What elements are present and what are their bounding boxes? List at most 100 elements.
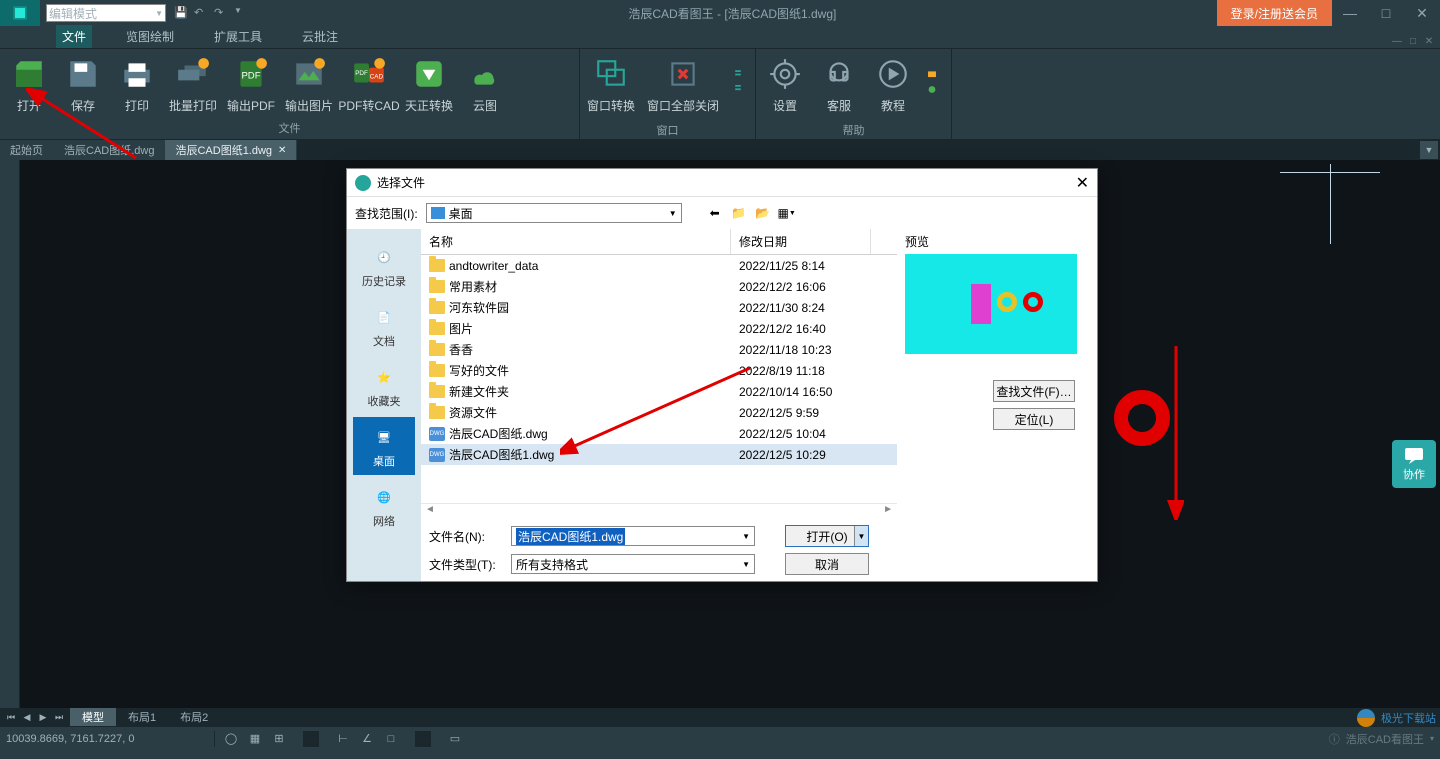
file-row[interactable]: andtowriter_data2022/11/25 8:14	[421, 255, 897, 276]
mdi-close-icon[interactable]: ✕	[1422, 34, 1436, 48]
status-polar-icon[interactable]: ∠	[359, 731, 375, 747]
doc-tab-close-icon[interactable]: ✕	[278, 145, 286, 156]
doc-tabs-expand-icon[interactable]: ▼	[1420, 141, 1438, 159]
doc-tab-start[interactable]: 起始页	[0, 140, 54, 160]
window-close-all-button[interactable]: 窗口全部关闭	[640, 53, 726, 119]
export-pdf-button[interactable]: PDF输出PDF	[222, 53, 280, 117]
file-row[interactable]: 河东软件园2022/11/30 8:24	[421, 297, 897, 318]
maximize-icon[interactable]: □	[1368, 0, 1404, 26]
collab-button[interactable]: 协作	[1392, 440, 1436, 488]
dialog-close-icon[interactable]: ✕	[1076, 173, 1089, 193]
window-list-icon[interactable]	[726, 53, 750, 119]
folder-icon	[429, 301, 445, 314]
file-row[interactable]: DWG浩辰CAD图纸1.dwg2022/12/5 10:29	[421, 444, 897, 465]
status-ortho-icon[interactable]: ⊢	[335, 731, 351, 747]
status-snap-icon[interactable]: ⊞	[271, 731, 287, 747]
file-row[interactable]: 常用素材2022/12/2 16:06	[421, 276, 897, 297]
mdi-restore-icon[interactable]: □	[1406, 34, 1420, 48]
support-button[interactable]: 客服	[812, 53, 866, 119]
tab-cloud-annot[interactable]: 云批注	[296, 25, 344, 48]
cancel-button[interactable]: 取消	[785, 553, 869, 575]
layout-next-icon[interactable]: ▶	[36, 712, 50, 723]
col-name[interactable]: 名称	[421, 229, 731, 254]
file-row[interactable]: 图片2022/12/2 16:40	[421, 318, 897, 339]
file-row[interactable]: 写好的文件2022/8/19 11:18	[421, 360, 897, 381]
file-row[interactable]: 资源文件2022/12/5 9:59	[421, 402, 897, 423]
open-button[interactable]: 打开	[2, 53, 56, 117]
help-more-icon[interactable]	[920, 53, 944, 119]
layout-2[interactable]: 布局2	[168, 708, 220, 726]
layout-1[interactable]: 布局1	[116, 708, 168, 726]
view-mode-icon[interactable]: ▦▼	[778, 204, 796, 222]
status-tool-1-icon[interactable]: ◯	[223, 731, 239, 747]
group-window-label: 窗口	[580, 119, 755, 141]
qat-undo-icon[interactable]: ↶	[194, 6, 208, 20]
up-folder-icon[interactable]: 📁	[730, 204, 748, 222]
vertical-ruler	[0, 160, 20, 708]
scroll-right-icon[interactable]: ►	[883, 504, 893, 519]
filename-input[interactable]: 浩辰CAD图纸1.dwg▼	[511, 526, 755, 546]
tab-extend[interactable]: 扩展工具	[208, 25, 268, 48]
group-help-label: 帮助	[756, 119, 951, 141]
status-coords: 10039.8669, 7161.7227, 0	[6, 733, 206, 745]
layout-last-icon[interactable]: ⏭	[52, 712, 66, 723]
find-file-button[interactable]: 查找文件(F)…	[993, 380, 1075, 402]
minimize-icon[interactable]: —	[1332, 0, 1368, 26]
range-label: 查找范围(I):	[355, 205, 418, 222]
layout-prev-icon[interactable]: ◀	[20, 712, 34, 723]
window-switch-button[interactable]: 窗口转换	[582, 53, 640, 119]
tab-file[interactable]: 文件	[56, 25, 92, 48]
col-date[interactable]: 修改日期	[731, 229, 871, 254]
file-row[interactable]: 新建文件夹2022/10/14 16:50	[421, 381, 897, 402]
cloud-button[interactable]: 云图	[458, 53, 512, 117]
sidebar-history[interactable]: 🕘历史记录	[353, 237, 415, 295]
layout-first-icon[interactable]: ⏮	[4, 712, 18, 723]
settings-button[interactable]: 设置	[758, 53, 812, 119]
sidebar-docs[interactable]: 📄文档	[353, 297, 415, 355]
sidebar-favorites[interactable]: ⭐收藏夹	[353, 357, 415, 415]
print-button[interactable]: 打印	[110, 53, 164, 117]
filename-label: 文件名(N):	[429, 528, 503, 545]
file-row[interactable]: 香香2022/11/18 10:23	[421, 339, 897, 360]
qat-more-icon[interactable]: ▼	[234, 6, 248, 20]
batch-print-button[interactable]: 批量打印	[164, 53, 222, 117]
scroll-left-icon[interactable]: ◄	[425, 504, 435, 519]
qat-save-icon[interactable]: 💾	[174, 6, 188, 20]
doc-tab-1[interactable]: 浩辰CAD图纸.dwg	[54, 140, 165, 160]
folder-icon	[429, 385, 445, 398]
back-icon[interactable]: ⬅	[706, 204, 724, 222]
status-info-icon[interactable]: ⓘ	[1329, 731, 1340, 747]
file-row[interactable]: DWG浩辰CAD图纸.dwg2022/12/5 10:04	[421, 423, 897, 444]
export-img-button[interactable]: 输出图片	[280, 53, 338, 117]
status-lineweight-icon[interactable]: ▭	[447, 731, 463, 747]
sidebar-desktop[interactable]: 🖥桌面	[353, 417, 415, 475]
app-logo[interactable]	[0, 0, 40, 26]
status-osnap-icon[interactable]: □	[383, 731, 399, 747]
status-grid-icon[interactable]: ▦	[247, 731, 263, 747]
mdi-minimize-icon[interactable]: —	[1390, 34, 1404, 48]
dialog-title: 选择文件	[377, 174, 425, 191]
sidebar-network[interactable]: 🌐网络	[353, 477, 415, 535]
layout-model[interactable]: 模型	[70, 708, 116, 726]
filetype-label: 文件类型(T):	[429, 556, 503, 573]
mode-dropdown[interactable]: 编辑模式▼	[46, 4, 166, 22]
folder-icon	[429, 406, 445, 419]
close-icon[interactable]: ✕	[1404, 0, 1440, 26]
tz-convert-button[interactable]: 天正转换	[400, 53, 458, 117]
new-folder-icon[interactable]: 📂	[754, 204, 772, 222]
svg-text:PDF: PDF	[241, 70, 260, 81]
locate-button[interactable]: 定位(L)	[993, 408, 1075, 430]
range-dropdown[interactable]: 桌面 ▼	[426, 203, 682, 223]
status-tray-icon[interactable]: ▾	[1430, 734, 1434, 743]
login-button[interactable]: 登录/注册送会员	[1217, 0, 1332, 26]
pdf2cad-button[interactable]: PDFCADPDF转CAD	[338, 53, 400, 117]
file-open-dialog: 选择文件 ✕ 查找范围(I): 桌面 ▼ ⬅ 📁 📂 ▦▼ 🕘历史记录 📄文档 …	[346, 168, 1098, 582]
tab-view-draw[interactable]: 览图绘制	[120, 25, 180, 48]
filetype-dropdown[interactable]: 所有支持格式▼	[511, 554, 755, 574]
status-brand: 浩辰CAD看图王	[1346, 731, 1424, 747]
save-button[interactable]: 保存	[56, 53, 110, 117]
tutorial-button[interactable]: 教程	[866, 53, 920, 119]
qat-redo-icon[interactable]: ↷	[214, 6, 228, 20]
doc-tab-2[interactable]: 浩辰CAD图纸1.dwg✕	[165, 140, 297, 160]
open-file-button[interactable]: 打开(O)▼	[785, 525, 869, 547]
